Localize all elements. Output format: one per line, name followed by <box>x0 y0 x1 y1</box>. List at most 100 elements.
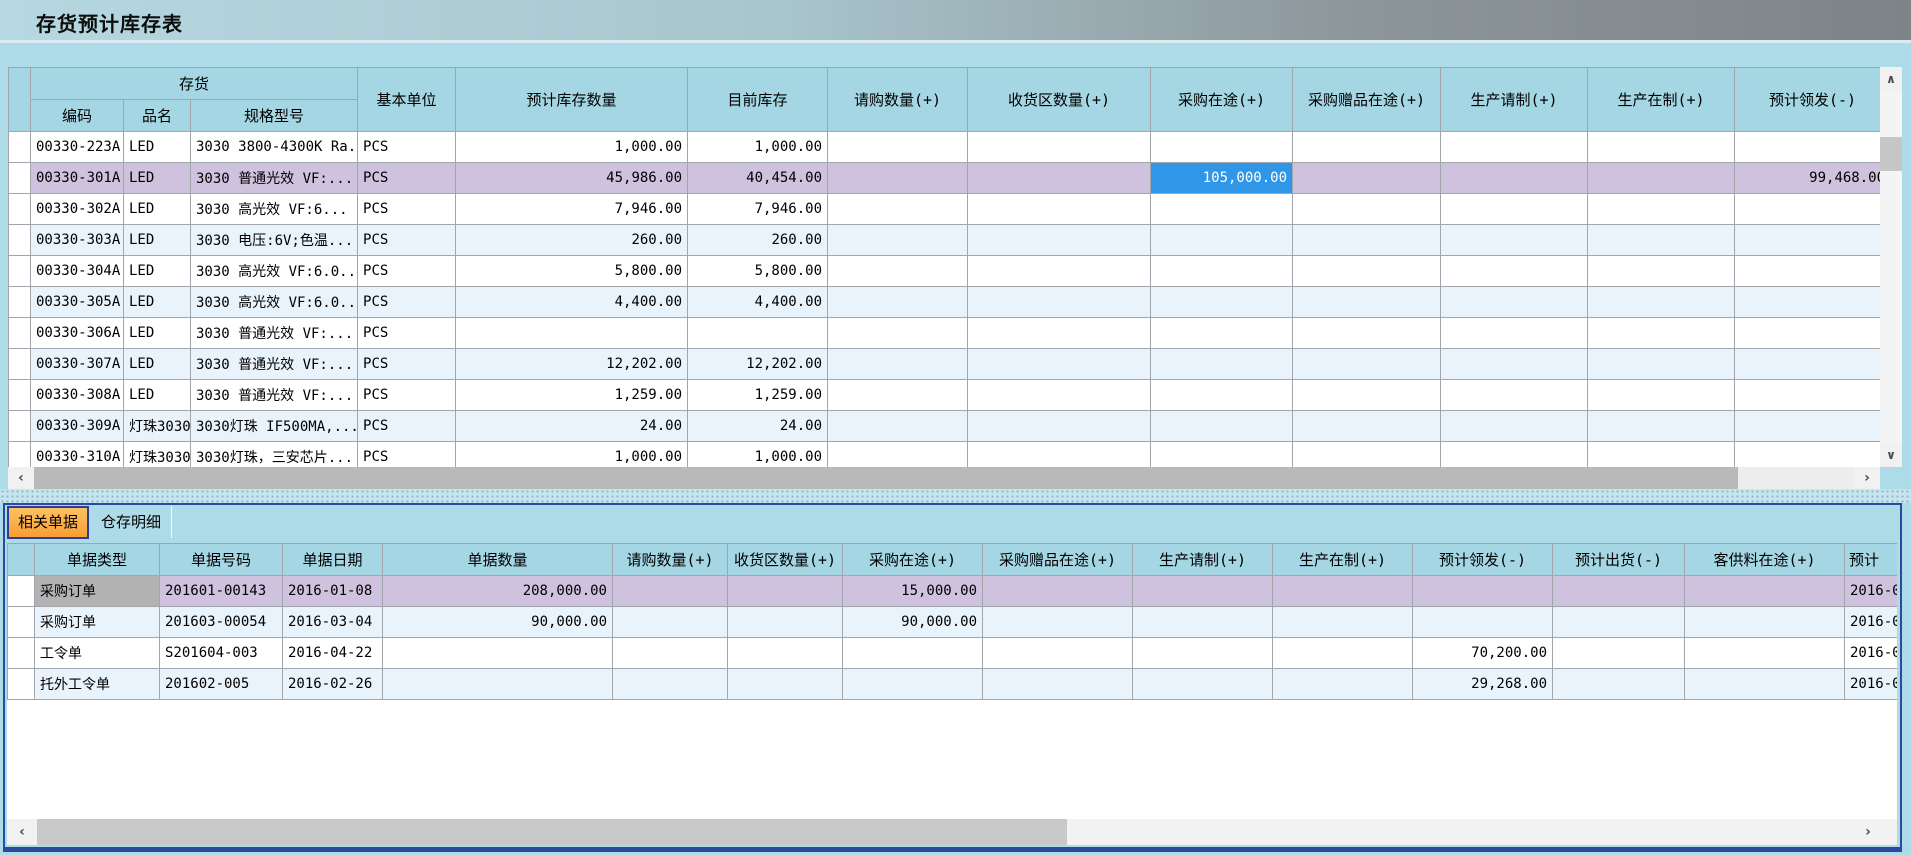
column-header-est_issue[interactable]: 预计领发(-) <box>1735 68 1880 132</box>
column-header-spec[interactable]: 规格型号 <box>191 100 358 132</box>
cell-spec[interactable]: 3030灯珠 IF500MA,... <box>191 411 358 442</box>
inventory-grid-vscrollbar[interactable]: ∧ ∨ <box>1880 67 1902 467</box>
cell-prod_wip[interactable] <box>1273 576 1413 607</box>
cell-recv_qty[interactable] <box>728 638 843 669</box>
cell-doc_qty[interactable]: 208,000.00 <box>383 576 613 607</box>
cell-est_date[interactable]: 2016-0 <box>1845 607 1898 638</box>
cell-prod_wip[interactable] <box>1588 287 1735 318</box>
cell-code[interactable]: 00330-306A <box>31 318 124 349</box>
cell-doc_type[interactable]: 托外工令单 <box>35 669 160 700</box>
cell-prod_req[interactable] <box>1133 669 1273 700</box>
scroll-right-button[interactable]: › <box>1853 819 1883 845</box>
cell-doc_date[interactable]: 2016-02-26 <box>283 669 383 700</box>
cell-prod_req[interactable] <box>1441 163 1588 194</box>
cell-po_gift_transit[interactable] <box>1293 318 1441 349</box>
cell-po_gift_transit[interactable] <box>1293 411 1441 442</box>
documents-grid-hscrollbar[interactable]: ‹ › <box>7 819 1897 845</box>
cell-current_qty[interactable]: 4,400.00 <box>688 287 828 318</box>
cell-doc_type[interactable]: 采购订单 <box>35 576 160 607</box>
cell-est_issue[interactable]: 70,200.00 <box>1413 638 1553 669</box>
cell-prod_req[interactable] <box>1441 225 1588 256</box>
row-indicator[interactable] <box>8 576 35 607</box>
cell-unit[interactable]: PCS <box>358 318 456 349</box>
column-header-code[interactable]: 编码 <box>31 100 124 132</box>
column-header-req_qty[interactable]: 请购数量(+) <box>613 544 728 576</box>
cell-est_issue[interactable] <box>1735 349 1880 380</box>
cell-prod_req[interactable] <box>1441 318 1588 349</box>
cell-po_gift_transit[interactable] <box>1293 380 1441 411</box>
column-header-current_qty[interactable]: 目前库存 <box>688 68 828 132</box>
cell-req_qty[interactable] <box>828 132 968 163</box>
column-header-est_ship[interactable]: 预计出货(-) <box>1553 544 1685 576</box>
cell-spec[interactable]: 3030 高光效 VF:6... <box>191 194 358 225</box>
cell-po_gift_transit[interactable] <box>1293 256 1441 287</box>
inventory-grid-hscrollbar[interactable]: ‹ › <box>8 467 1880 489</box>
cell-spec[interactable]: 3030 高光效 VF:6.0... <box>191 256 358 287</box>
cell-current_qty[interactable]: 12,202.00 <box>688 349 828 380</box>
column-header-unit[interactable]: 基本单位 <box>358 68 456 132</box>
cell-prod_wip[interactable] <box>1588 163 1735 194</box>
cell-code[interactable]: 00330-303A <box>31 225 124 256</box>
cell-current_qty[interactable]: 40,454.00 <box>688 163 828 194</box>
cell-po_transit[interactable] <box>1151 380 1293 411</box>
cell-doc_date[interactable]: 2016-01-08 <box>283 576 383 607</box>
cell-spec[interactable]: 3030 高光效 VF:6.0... <box>191 287 358 318</box>
tab-related-documents[interactable]: 相关单据 <box>7 506 89 539</box>
cell-est_date[interactable]: 2016-0 <box>1845 638 1898 669</box>
column-header-po_gift_transit[interactable]: 采购赠品在途(+) <box>983 544 1133 576</box>
cell-code[interactable]: 00330-223A <box>31 132 124 163</box>
cell-expected_qty[interactable]: 7,946.00 <box>456 194 688 225</box>
cell-req_qty[interactable] <box>613 669 728 700</box>
column-header-doc_no[interactable]: 单据号码 <box>160 544 283 576</box>
cell-expected_qty[interactable]: 12,202.00 <box>456 349 688 380</box>
cell-code[interactable]: 00330-308A <box>31 380 124 411</box>
cell-current_qty[interactable]: 7,946.00 <box>688 194 828 225</box>
cell-code[interactable]: 00330-309A <box>31 411 124 442</box>
cell-customer_transit[interactable] <box>1685 669 1845 700</box>
cell-expected_qty[interactable]: 1,000.00 <box>456 442 688 468</box>
column-header-prod_req[interactable]: 生产请制(+) <box>1133 544 1273 576</box>
cell-doc_type[interactable]: 工令单 <box>35 638 160 669</box>
cell-prod_wip[interactable] <box>1588 256 1735 287</box>
cell-name[interactable]: 灯珠3030 <box>124 411 191 442</box>
cell-req_qty[interactable] <box>828 380 968 411</box>
cell-prod_wip[interactable] <box>1588 132 1735 163</box>
cell-prod_req[interactable] <box>1441 411 1588 442</box>
cell-po_transit[interactable]: 90,000.00 <box>843 607 983 638</box>
cell-code[interactable]: 00330-304A <box>31 256 124 287</box>
cell-doc_type[interactable]: 采购订单 <box>35 607 160 638</box>
column-header-name[interactable]: 品名 <box>124 100 191 132</box>
cell-req_qty[interactable] <box>828 411 968 442</box>
cell-est_issue[interactable] <box>1413 576 1553 607</box>
cell-unit[interactable]: PCS <box>358 132 456 163</box>
scroll-up-button[interactable]: ∧ <box>1880 67 1902 91</box>
cell-recv_qty[interactable] <box>968 132 1151 163</box>
cell-req_qty[interactable] <box>828 287 968 318</box>
cell-current_qty[interactable] <box>688 318 828 349</box>
cell-name[interactable]: LED <box>124 256 191 287</box>
cell-est_ship[interactable] <box>1553 576 1685 607</box>
cell-est_issue[interactable]: 99,468.00 <box>1735 163 1880 194</box>
cell-doc_no[interactable]: 201602-005 <box>160 669 283 700</box>
row-indicator[interactable] <box>9 225 31 256</box>
cell-code[interactable]: 00330-305A <box>31 287 124 318</box>
cell-po_gift_transit[interactable] <box>983 607 1133 638</box>
cell-spec[interactable]: 3030 电压:6V;色温... <box>191 225 358 256</box>
cell-req_qty[interactable] <box>613 607 728 638</box>
column-header-prod_wip[interactable]: 生产在制(+) <box>1273 544 1413 576</box>
cell-est_issue[interactable] <box>1735 442 1880 468</box>
cell-doc_qty[interactable]: 90,000.00 <box>383 607 613 638</box>
cell-recv_qty[interactable] <box>968 411 1151 442</box>
row-indicator[interactable] <box>9 318 31 349</box>
cell-recv_qty[interactable] <box>968 163 1151 194</box>
cell-recv_qty[interactable] <box>728 576 843 607</box>
cell-unit[interactable]: PCS <box>358 225 456 256</box>
row-indicator[interactable] <box>9 380 31 411</box>
cell-customer_transit[interactable] <box>1685 607 1845 638</box>
cell-current_qty[interactable]: 5,800.00 <box>688 256 828 287</box>
row-indicator[interactable] <box>9 256 31 287</box>
cell-current_qty[interactable]: 1,259.00 <box>688 380 828 411</box>
cell-po_gift_transit[interactable] <box>983 576 1133 607</box>
cell-est_issue[interactable] <box>1735 194 1880 225</box>
cell-po_gift_transit[interactable] <box>1293 225 1441 256</box>
